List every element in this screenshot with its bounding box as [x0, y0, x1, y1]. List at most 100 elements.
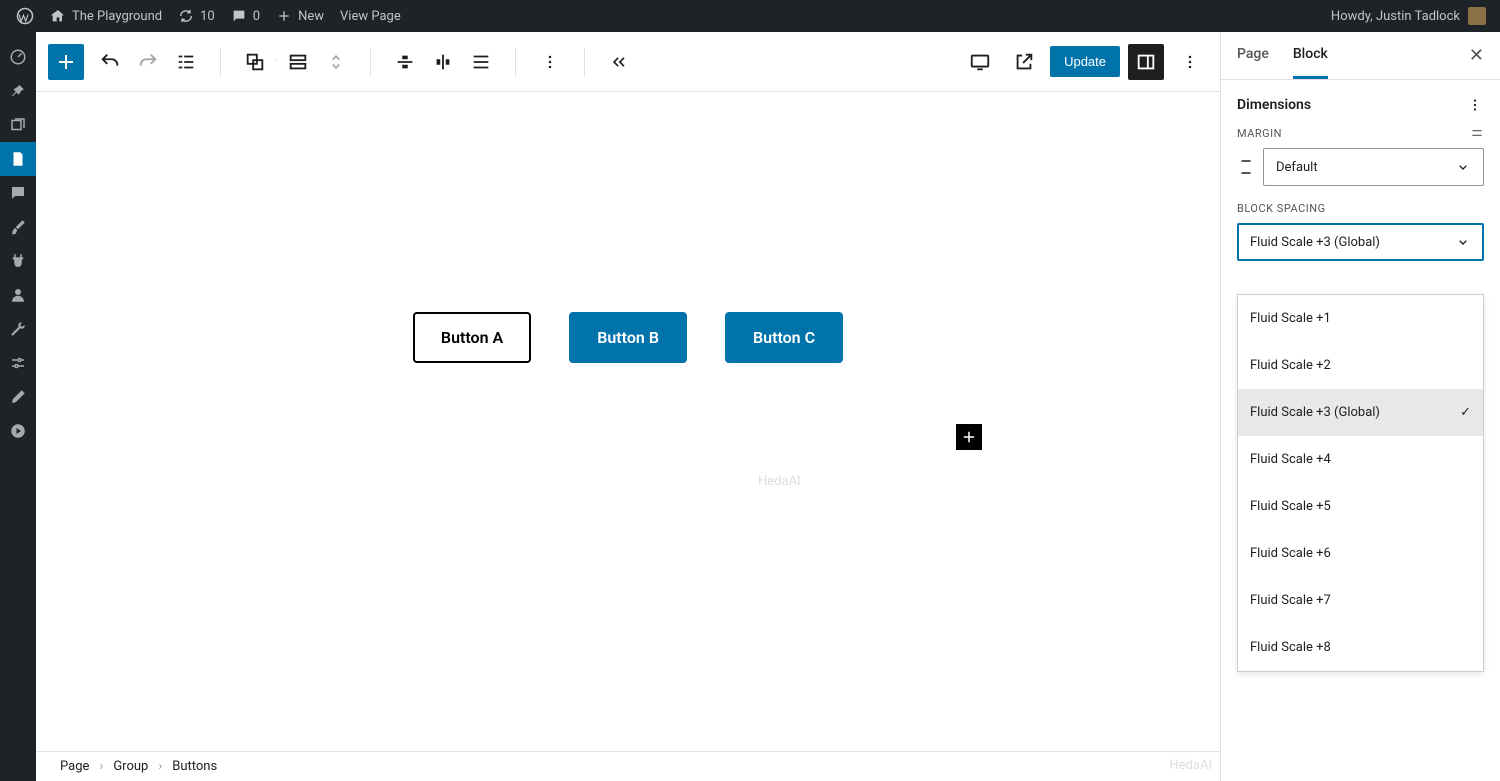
chevron-down-icon — [1455, 159, 1471, 175]
buttons-block[interactable]: Button A Button B Button C — [413, 312, 843, 363]
new-link[interactable]: New — [268, 0, 332, 32]
option-label: Fluid Scale +4 — [1250, 452, 1331, 467]
menu-users[interactable] — [0, 278, 36, 312]
undo-icon — [99, 51, 121, 73]
menu-media[interactable] — [0, 108, 36, 142]
button-c[interactable]: Button C — [725, 312, 843, 363]
divider — [220, 48, 221, 76]
more-block-options[interactable] — [532, 44, 568, 80]
wp-logo[interactable] — [8, 0, 42, 32]
admin-menu — [0, 32, 36, 781]
howdy-text[interactable]: Howdy, Justin Tadlock — [1331, 9, 1460, 24]
site-name-link[interactable]: The Playground — [42, 0, 170, 32]
crumb-page[interactable]: Page — [60, 759, 89, 774]
dimensions-menu[interactable] — [1466, 96, 1484, 114]
updates-link[interactable]: 10 — [170, 0, 223, 32]
unlink-icon — [1470, 126, 1484, 140]
kebab-icon — [1466, 96, 1484, 114]
external-icon — [1013, 51, 1035, 73]
overlap-icon — [244, 51, 266, 73]
brush-icon — [9, 218, 27, 236]
listview-icon — [175, 51, 197, 73]
updates-count: 10 — [200, 9, 215, 24]
block-type-button[interactable] — [237, 44, 273, 80]
side-indicator[interactable] — [1237, 158, 1255, 176]
history-group — [92, 44, 204, 80]
margin-label: MARGIN — [1237, 127, 1282, 140]
menu-comments[interactable] — [0, 176, 36, 210]
editor-header: · Update — [36, 32, 1220, 92]
settings-sidebar-toggle[interactable] — [1128, 44, 1164, 80]
menu-dashboard[interactable] — [0, 40, 36, 74]
spacing-option[interactable]: Fluid Scale +4 — [1238, 436, 1483, 483]
dimensions-panel: Dimensions MARGIN Default BLOCK SPACING … — [1221, 80, 1500, 277]
editor-canvas[interactable]: Button A Button B Button C HedaAI — [36, 92, 1220, 751]
sliders-icon — [9, 354, 27, 372]
device-preview[interactable] — [962, 44, 998, 80]
chevron-right-icon: › — [158, 759, 162, 774]
align-button[interactable] — [425, 44, 461, 80]
pin-icon — [9, 82, 27, 100]
close-sidebar[interactable]: ✕ — [1469, 45, 1484, 66]
spacing-option[interactable]: Fluid Scale +7 — [1238, 577, 1483, 624]
unlink-sides[interactable] — [1470, 126, 1484, 140]
divider — [584, 48, 585, 76]
justify-h-icon — [394, 51, 416, 73]
align-v-icon — [432, 51, 454, 73]
spacing-option[interactable]: Fluid Scale +6 — [1238, 530, 1483, 577]
kebab-icon — [1180, 52, 1200, 72]
margin-select[interactable]: Default — [1263, 148, 1484, 186]
menu-pages[interactable] — [0, 142, 36, 176]
collapse-toolbar[interactable] — [601, 44, 637, 80]
comments-link[interactable]: 0 — [223, 0, 268, 32]
add-block-button[interactable] — [48, 44, 84, 80]
width-button[interactable] — [463, 44, 499, 80]
menu-settings[interactable] — [0, 346, 36, 380]
list-view-button[interactable] — [168, 44, 204, 80]
tab-block[interactable]: Block — [1293, 32, 1328, 79]
update-button[interactable]: Update — [1050, 46, 1120, 77]
check-icon: ✓ — [1460, 405, 1471, 420]
crumb-buttons[interactable]: Buttons — [172, 759, 217, 774]
spacing-select[interactable]: Fluid Scale +3 (Global) — [1237, 223, 1484, 261]
spacing-option[interactable]: Fluid Scale +2 — [1238, 342, 1483, 389]
new-label: New — [298, 9, 324, 24]
menu-custom1[interactable] — [0, 380, 36, 414]
inline-add-block[interactable] — [956, 424, 982, 450]
spacing-option[interactable]: Fluid Scale +3 (Global)✓ — [1238, 389, 1483, 436]
spacing-option[interactable]: Fluid Scale +8 — [1238, 624, 1483, 671]
select-parent-button[interactable] — [280, 44, 316, 80]
more-options[interactable] — [1172, 44, 1208, 80]
button-b[interactable]: Button B — [569, 312, 687, 363]
view-page-link[interactable]: View Page — [332, 0, 409, 32]
margin-value: Default — [1276, 160, 1318, 175]
menu-plugins[interactable] — [0, 244, 36, 278]
avatar[interactable] — [1468, 7, 1486, 25]
option-label: Fluid Scale +5 — [1250, 499, 1331, 514]
spacing-label: BLOCK SPACING — [1237, 202, 1326, 215]
parent-icon — [287, 51, 309, 73]
wordpress-icon — [16, 7, 34, 25]
wrench-icon — [9, 320, 27, 338]
plus-icon — [276, 8, 292, 24]
spacing-option[interactable]: Fluid Scale +5 — [1238, 483, 1483, 530]
spacing-dropdown: Fluid Scale +1Fluid Scale +2Fluid Scale … — [1237, 294, 1484, 672]
tab-page[interactable]: Page — [1237, 32, 1269, 79]
menu-tools[interactable] — [0, 312, 36, 346]
button-a[interactable]: Button A — [413, 312, 531, 363]
spacing-option[interactable]: Fluid Scale +1 — [1238, 295, 1483, 342]
crumb-group[interactable]: Group — [113, 759, 148, 774]
undo-button[interactable] — [92, 44, 128, 80]
redo-icon — [137, 51, 159, 73]
option-label: Fluid Scale +7 — [1250, 593, 1331, 608]
plug-icon — [9, 252, 27, 270]
menu-custom2[interactable] — [0, 414, 36, 448]
redo-button[interactable] — [130, 44, 166, 80]
menu-appearance[interactable] — [0, 210, 36, 244]
justify-button[interactable] — [387, 44, 423, 80]
site-name: The Playground — [72, 9, 162, 24]
menu-posts[interactable] — [0, 74, 36, 108]
preview-button[interactable] — [1006, 44, 1042, 80]
move-buttons[interactable] — [318, 44, 354, 80]
spacing-label-row: BLOCK SPACING — [1237, 202, 1484, 215]
